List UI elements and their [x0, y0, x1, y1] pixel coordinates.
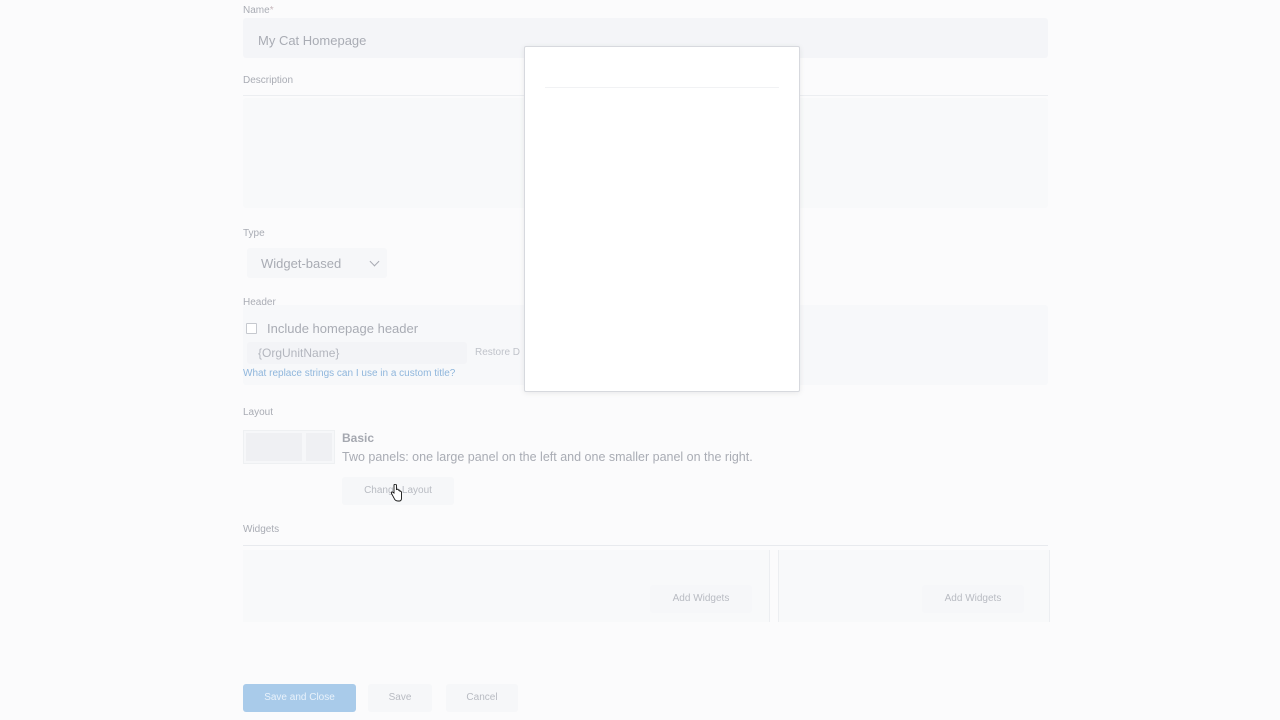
- layout-dialog: [524, 46, 800, 392]
- layout-name: Basic: [342, 431, 375, 445]
- add-widgets-right-button[interactable]: Add Widgets: [922, 585, 1024, 613]
- chevron-down-icon: [369, 256, 380, 267]
- widgets-label: Widgets: [243, 524, 280, 535]
- widgets-divider: [243, 545, 1048, 546]
- dialog-divider: [545, 87, 779, 88]
- save-button[interactable]: Save: [368, 684, 432, 712]
- layout-thumbnail-small-panel: [306, 433, 332, 461]
- layout-thumbnail: [243, 430, 335, 464]
- cancel-button[interactable]: Cancel: [446, 684, 518, 712]
- include-header-label: Include homepage header: [267, 321, 419, 336]
- name-input-value: My Cat Homepage: [258, 33, 367, 48]
- type-label: Type: [243, 228, 265, 239]
- name-label: Name*: [243, 5, 274, 16]
- header-title-input[interactable]: {OrgUnitName}: [247, 342, 467, 364]
- type-select[interactable]: Widget-based: [247, 248, 387, 278]
- restore-default-button[interactable]: Restore D: [475, 347, 520, 358]
- layout-description: Two panels: one large panel on the left …: [342, 450, 753, 464]
- description-label: Description: [243, 75, 294, 86]
- layout-label: Layout: [243, 407, 274, 418]
- save-and-close-button[interactable]: Save and Close: [243, 684, 356, 712]
- include-header-checkbox[interactable]: [246, 323, 257, 334]
- type-select-value: Widget-based: [261, 256, 342, 271]
- header-title-input-value: {OrgUnitName}: [258, 346, 340, 360]
- replace-strings-link[interactable]: What replace strings can I use in a cust…: [243, 368, 455, 379]
- layout-thumbnail-large-panel: [246, 433, 302, 461]
- add-widgets-left-button[interactable]: Add Widgets: [650, 585, 752, 613]
- hand-cursor-icon: [390, 484, 402, 502]
